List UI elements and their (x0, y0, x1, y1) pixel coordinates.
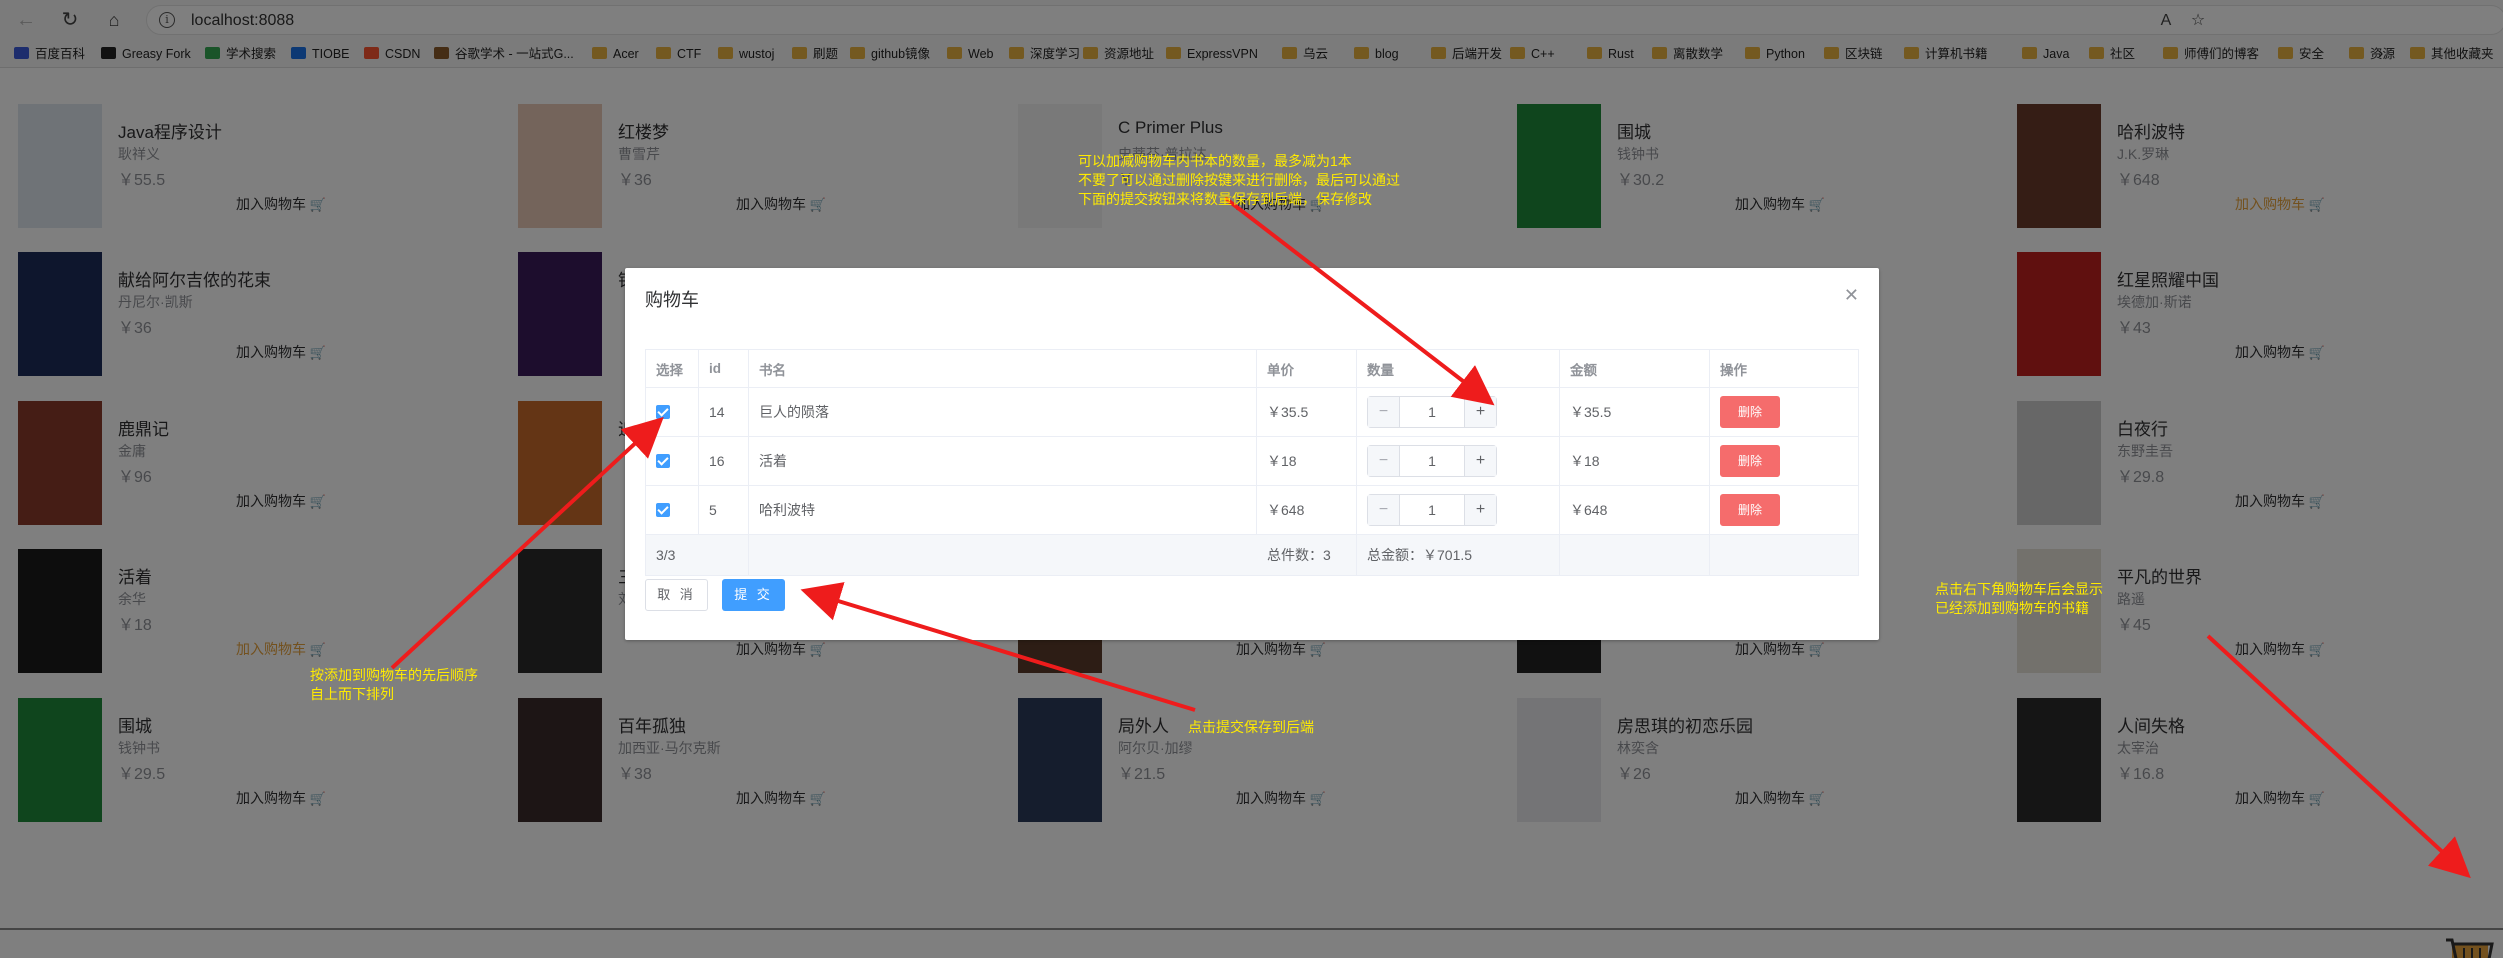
delete-button[interactable]: 删除 (1720, 396, 1780, 428)
delete-button[interactable]: 删除 (1720, 445, 1780, 477)
column-header: 金额 (1560, 350, 1710, 387)
footer-spacer (1710, 535, 1860, 575)
annotation-line: 不要了可以通过删除按键来进行删除，最后可以通过 (1078, 172, 1400, 188)
quantity-cell: −1 + (1357, 388, 1560, 436)
table-footer: 3/3 总件数：3 总金额：￥701.5 (646, 535, 1858, 575)
close-icon[interactable]: ✕ (1844, 286, 1859, 304)
row-amount: ￥35.5 (1560, 388, 1710, 436)
quantity-cell: −1 + (1357, 437, 1560, 485)
footer-spacer (749, 535, 1257, 575)
quantity-cell: −1 + (1357, 486, 1560, 534)
annotation-line: 可以加减购物车内书本的数量，最多减为1本 (1078, 153, 1352, 169)
annotation-line: 点击右下角购物车后会显示 (1935, 581, 2103, 597)
action-cell: 删除 (1710, 388, 1860, 436)
cancel-button[interactable]: 取 消 (645, 579, 708, 611)
cart-annotation: 点击右下角购物车后会显示 已经添加到购物车的书籍 (1935, 580, 2103, 618)
footer-spacer (1560, 535, 1710, 575)
plus-icon[interactable]: + (1464, 495, 1496, 525)
table-header: 选择 id 书名 单价 数量 金额 操作 (646, 350, 1858, 388)
column-header: id (699, 350, 749, 387)
order-annotation: 按添加到购物车的先后顺序 自上而下排列 (310, 666, 478, 704)
delete-button[interactable]: 删除 (1720, 494, 1780, 526)
minus-icon[interactable]: − (1368, 495, 1400, 525)
row-checkbox[interactable] (656, 503, 670, 517)
select-cell (646, 486, 699, 534)
annotation-line: 按添加到购物车的先后顺序 (310, 667, 478, 683)
action-cell: 删除 (1710, 437, 1860, 485)
annotation-line: 已经添加到购物车的书籍 (1935, 600, 2089, 616)
select-cell (646, 388, 699, 436)
row-checkbox[interactable] (656, 405, 670, 419)
quantity-stepper[interactable]: −1 + (1367, 396, 1497, 428)
annotation-line: 下面的提交按钮来将数量保存到后端，保存修改 (1078, 191, 1372, 207)
submit-button[interactable]: 提 交 (722, 579, 785, 611)
unit-price: ￥648 (1257, 486, 1357, 534)
table-body: 14 巨人的陨落 ￥35.5−1 + ￥35.5 删除 16 活着 ￥18−1 + ￥18 删除 5 哈利… (646, 388, 1858, 535)
quantity-input[interactable]: 1 (1400, 446, 1464, 476)
quantity-input[interactable]: 1 (1400, 397, 1464, 427)
quantity-stepper[interactable]: −1 + (1367, 445, 1497, 477)
column-header: 单价 (1257, 350, 1357, 387)
unit-price: ￥18 (1257, 437, 1357, 485)
plus-icon[interactable]: + (1464, 446, 1496, 476)
row-amount: ￥18 (1560, 437, 1710, 485)
quantity-input[interactable]: 1 (1400, 495, 1464, 525)
row-amount: ￥648 (1560, 486, 1710, 534)
table-row: 16 活着 ￥18−1 + ￥18 删除 (646, 437, 1858, 486)
book-id: 5 (699, 486, 749, 534)
total-amount: 总金额：￥701.5 (1357, 535, 1560, 575)
annotation-line: 自上而下排列 (310, 686, 394, 702)
row-checkbox[interactable] (656, 454, 670, 468)
action-cell: 删除 (1710, 486, 1860, 534)
column-header: 选择 (646, 350, 699, 387)
quantity-stepper[interactable]: −1 + (1367, 494, 1497, 526)
book-name: 哈利波特 (749, 486, 1257, 534)
cart-table: 选择 id 书名 单价 数量 金额 操作 14 巨人的陨落 ￥35.5−1 + ￥35.… (645, 349, 1859, 576)
table-row: 5 哈利波特 ￥648−1 + ￥648 删除 (646, 486, 1858, 535)
selected-count: 3/3 (646, 535, 749, 575)
dialog-title: 购物车 (645, 290, 699, 310)
minus-icon[interactable]: − (1368, 446, 1400, 476)
submit-annotation: 点击提交保存到后端 (1188, 719, 1314, 735)
column-header: 数量 (1357, 350, 1560, 387)
plus-icon[interactable]: + (1464, 397, 1496, 427)
select-cell (646, 437, 699, 485)
minus-icon[interactable]: − (1368, 397, 1400, 427)
quantity-annotation: 可以加减购物车内书本的数量，最多减为1本 不要了可以通过删除按键来进行删除，最后… (1078, 152, 1400, 209)
book-name: 活着 (749, 437, 1257, 485)
unit-price: ￥35.5 (1257, 388, 1357, 436)
book-id: 16 (699, 437, 749, 485)
book-id: 14 (699, 388, 749, 436)
column-header: 操作 (1720, 362, 1747, 378)
book-name: 巨人的陨落 (749, 388, 1257, 436)
column-header: 书名 (749, 350, 1257, 387)
table-row: 14 巨人的陨落 ￥35.5−1 + ￥35.5 删除 (646, 388, 1858, 437)
cart-dialog: 购物车 ✕ 选择 id 书名 单价 数量 金额 操作 14 巨人的陨落 ￥35.5−… (625, 268, 1879, 640)
total-count: 总件数：3 (1257, 535, 1357, 575)
